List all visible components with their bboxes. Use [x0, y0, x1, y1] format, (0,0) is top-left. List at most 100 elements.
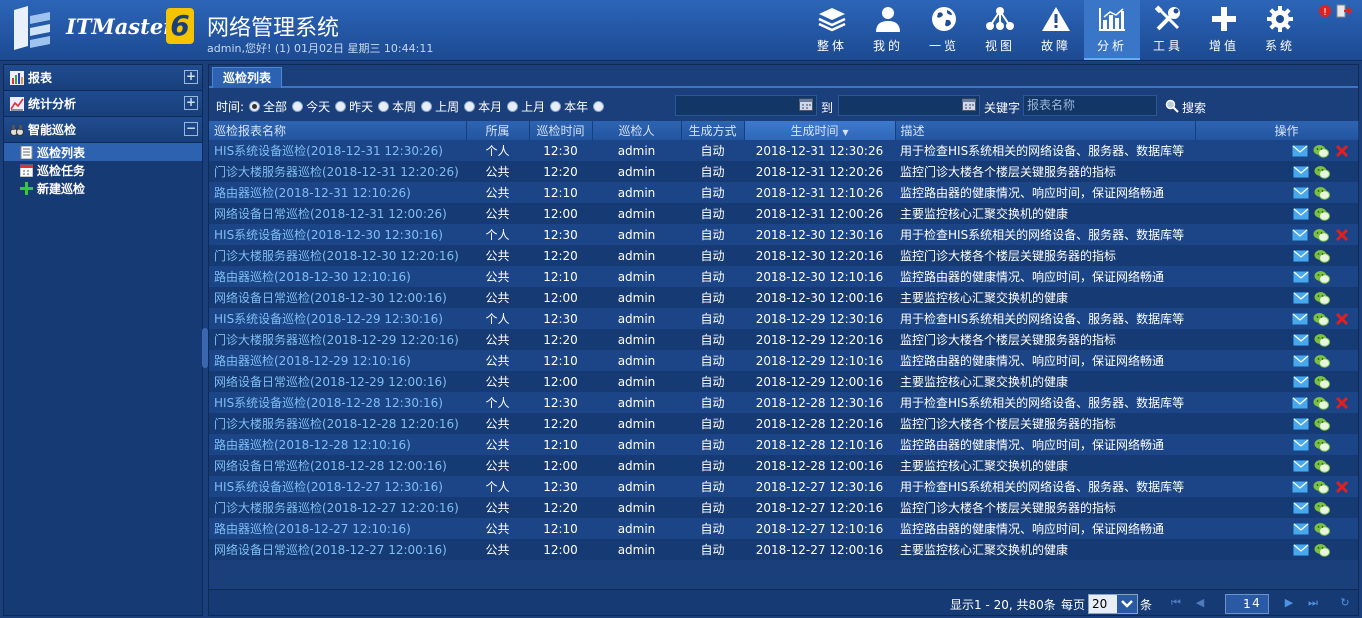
wechat-icon[interactable]	[1314, 165, 1330, 179]
per-page-select[interactable]: 20	[1088, 594, 1138, 614]
email-icon[interactable]	[1293, 522, 1309, 536]
col-header-owner[interactable]: 所属	[466, 121, 530, 140]
col-header-user[interactable]: 巡检人	[592, 121, 682, 140]
time-radio-yesterday[interactable]: 昨天	[330, 98, 373, 115]
email-icon[interactable]	[1293, 270, 1309, 284]
table-row[interactable]: 路由器巡检(2018-12-27 12:10:16) 公共 12:10 admin 自动…	[209, 518, 1358, 539]
calendar-icon[interactable]	[962, 98, 976, 111]
table-row[interactable]: HIS系统设备巡检(2018-12-31 12:30:26) 个人 12:30 adm…	[209, 140, 1358, 161]
chevron-down-icon[interactable]	[1117, 595, 1137, 613]
email-icon[interactable]	[1293, 438, 1309, 452]
time-radio-last-month[interactable]: 上月	[502, 98, 545, 115]
time-radio-custom[interactable]	[588, 99, 607, 113]
report-name-link[interactable]: 网络设备日常巡检(2018-12-30 12:00:16)	[209, 287, 466, 308]
end-date-input[interactable]	[838, 95, 980, 116]
time-radio-last-week[interactable]: 上周	[416, 98, 459, 115]
table-row[interactable]: HIS系统设备巡检(2018-12-29 12:30:16) 个人 12:30 adm…	[209, 308, 1358, 329]
nav-item-fault[interactable]: 故障	[1028, 0, 1084, 60]
email-icon[interactable]	[1292, 480, 1308, 494]
radio-dot[interactable]	[378, 100, 390, 112]
col-header-generated[interactable]: 生成时间 ▼	[744, 121, 896, 140]
wechat-icon[interactable]	[1314, 417, 1330, 431]
radio-dot[interactable]	[421, 100, 433, 112]
wechat-icon[interactable]	[1314, 333, 1330, 347]
sidebar-item-inspection-task[interactable]: 巡检任务	[4, 161, 202, 179]
wechat-icon[interactable]	[1314, 543, 1330, 557]
start-date-input[interactable]	[675, 95, 817, 116]
expand-icon[interactable]: +	[184, 96, 198, 110]
refresh-icon[interactable]: ↻	[1339, 597, 1351, 609]
last-page-icon[interactable]: ⏭	[1307, 597, 1319, 609]
sidebar-group-inspection[interactable]: 智能巡检 −	[4, 117, 202, 143]
wechat-icon[interactable]	[1313, 312, 1329, 326]
report-name-link[interactable]: 路由器巡检(2018-12-29 12:10:16)	[209, 350, 466, 371]
wechat-icon[interactable]	[1314, 270, 1330, 284]
email-icon[interactable]	[1293, 375, 1309, 389]
radio-dot[interactable]	[507, 100, 519, 112]
email-icon[interactable]	[1292, 396, 1308, 410]
report-name-link[interactable]: 路由器巡检(2018-12-27 12:10:16)	[209, 518, 466, 539]
report-name-link[interactable]: 网络设备日常巡检(2018-12-29 12:00:16)	[209, 371, 466, 392]
first-page-icon[interactable]: ⏮	[1170, 597, 1182, 609]
wechat-icon[interactable]	[1314, 249, 1330, 263]
wechat-icon[interactable]	[1313, 228, 1329, 242]
table-row[interactable]: 网络设备日常巡检(2018-12-27 12:00:16) 公共 12:00 admi…	[209, 539, 1358, 560]
col-header-desc[interactable]: 描述	[895, 121, 1196, 140]
wechat-icon[interactable]	[1314, 375, 1330, 389]
time-radio-today[interactable]: 今天	[287, 98, 330, 115]
search-icon[interactable]	[1165, 99, 1179, 113]
delete-icon[interactable]	[1334, 144, 1350, 158]
keyword-input[interactable]: 报表名称	[1023, 95, 1157, 116]
email-icon[interactable]	[1293, 354, 1309, 368]
wechat-icon[interactable]	[1314, 438, 1330, 452]
logout-icon[interactable]	[1336, 4, 1352, 18]
report-name-link[interactable]: 门诊大楼服务器巡检(2018-12-31 12:20:26)	[209, 161, 466, 182]
search-button[interactable]: 搜索	[1182, 99, 1206, 116]
table-row[interactable]: HIS系统设备巡检(2018-12-30 12:30:16) 个人 12:30 adm…	[209, 224, 1358, 245]
email-icon[interactable]	[1293, 501, 1309, 515]
report-name-link[interactable]: HIS系统设备巡检(2018-12-30 12:30:16)	[209, 224, 466, 245]
col-header-time[interactable]: 巡检时间	[529, 121, 593, 140]
calendar-icon[interactable]	[799, 98, 813, 111]
table-row[interactable]: 网络设备日常巡检(2018-12-29 12:00:16) 公共 12:00 admi…	[209, 371, 1358, 392]
sidebar-group-statistics[interactable]: 统计分析 +	[4, 91, 202, 117]
wechat-icon[interactable]	[1314, 522, 1330, 536]
expand-icon[interactable]: +	[184, 70, 198, 84]
table-row[interactable]: 路由器巡检(2018-12-29 12:10:16) 公共 12:10 admin 自动…	[209, 350, 1358, 371]
prev-page-icon[interactable]: ◀	[1194, 597, 1206, 609]
nav-item-overall[interactable]: 整体	[804, 0, 860, 60]
col-header-name[interactable]: 巡检报表名称	[209, 121, 467, 140]
radio-dot[interactable]	[550, 100, 562, 112]
report-name-link[interactable]: 网络设备日常巡检(2018-12-28 12:00:16)	[209, 455, 466, 476]
delete-icon[interactable]	[1334, 396, 1350, 410]
time-radio-this-year[interactable]: 本年	[545, 98, 588, 115]
radio-dot[interactable]	[292, 100, 304, 112]
sidebar-item-new-inspection[interactable]: 新建巡检	[4, 179, 202, 197]
delete-icon[interactable]	[1334, 228, 1350, 242]
next-page-icon[interactable]: ▶	[1283, 597, 1295, 609]
email-icon[interactable]	[1293, 543, 1309, 557]
radio-dot[interactable]	[249, 100, 261, 112]
email-icon[interactable]	[1293, 165, 1309, 179]
table-row[interactable]: HIS系统设备巡检(2018-12-27 12:30:16) 个人 12:30 adm…	[209, 476, 1358, 497]
report-name-link[interactable]: 网络设备日常巡检(2018-12-27 12:00:16)	[209, 539, 466, 560]
email-icon[interactable]	[1293, 207, 1309, 221]
email-icon[interactable]	[1293, 459, 1309, 473]
wechat-icon[interactable]	[1314, 207, 1330, 221]
email-icon[interactable]	[1293, 291, 1309, 305]
wechat-icon[interactable]	[1314, 186, 1330, 200]
email-icon[interactable]	[1293, 249, 1309, 263]
wechat-icon[interactable]	[1314, 291, 1330, 305]
report-name-link[interactable]: 路由器巡检(2018-12-30 12:10:16)	[209, 266, 466, 287]
nav-item-overview[interactable]: 一览	[916, 0, 972, 60]
radio-dot[interactable]	[335, 100, 347, 112]
table-row[interactable]: 网络设备日常巡检(2018-12-30 12:00:16) 公共 12:00 admi…	[209, 287, 1358, 308]
report-name-link[interactable]: 路由器巡检(2018-12-28 12:10:16)	[209, 434, 466, 455]
table-row[interactable]: 路由器巡检(2018-12-30 12:10:16) 公共 12:10 admin 自动…	[209, 266, 1358, 287]
report-name-link[interactable]: 门诊大楼服务器巡检(2018-12-30 12:20:16)	[209, 245, 466, 266]
table-row[interactable]: 路由器巡检(2018-12-31 12:10:26) 公共 12:10 admin 自动…	[209, 182, 1358, 203]
nav-item-tools[interactable]: 工具	[1140, 0, 1196, 60]
table-row[interactable]: 路由器巡检(2018-12-28 12:10:16) 公共 12:10 admin 自动…	[209, 434, 1358, 455]
report-name-link[interactable]: 门诊大楼服务器巡检(2018-12-28 12:20:16)	[209, 413, 466, 434]
table-row[interactable]: 门诊大楼服务器巡检(2018-12-28 12:20:16) 公共 12:20 adm…	[209, 413, 1358, 434]
